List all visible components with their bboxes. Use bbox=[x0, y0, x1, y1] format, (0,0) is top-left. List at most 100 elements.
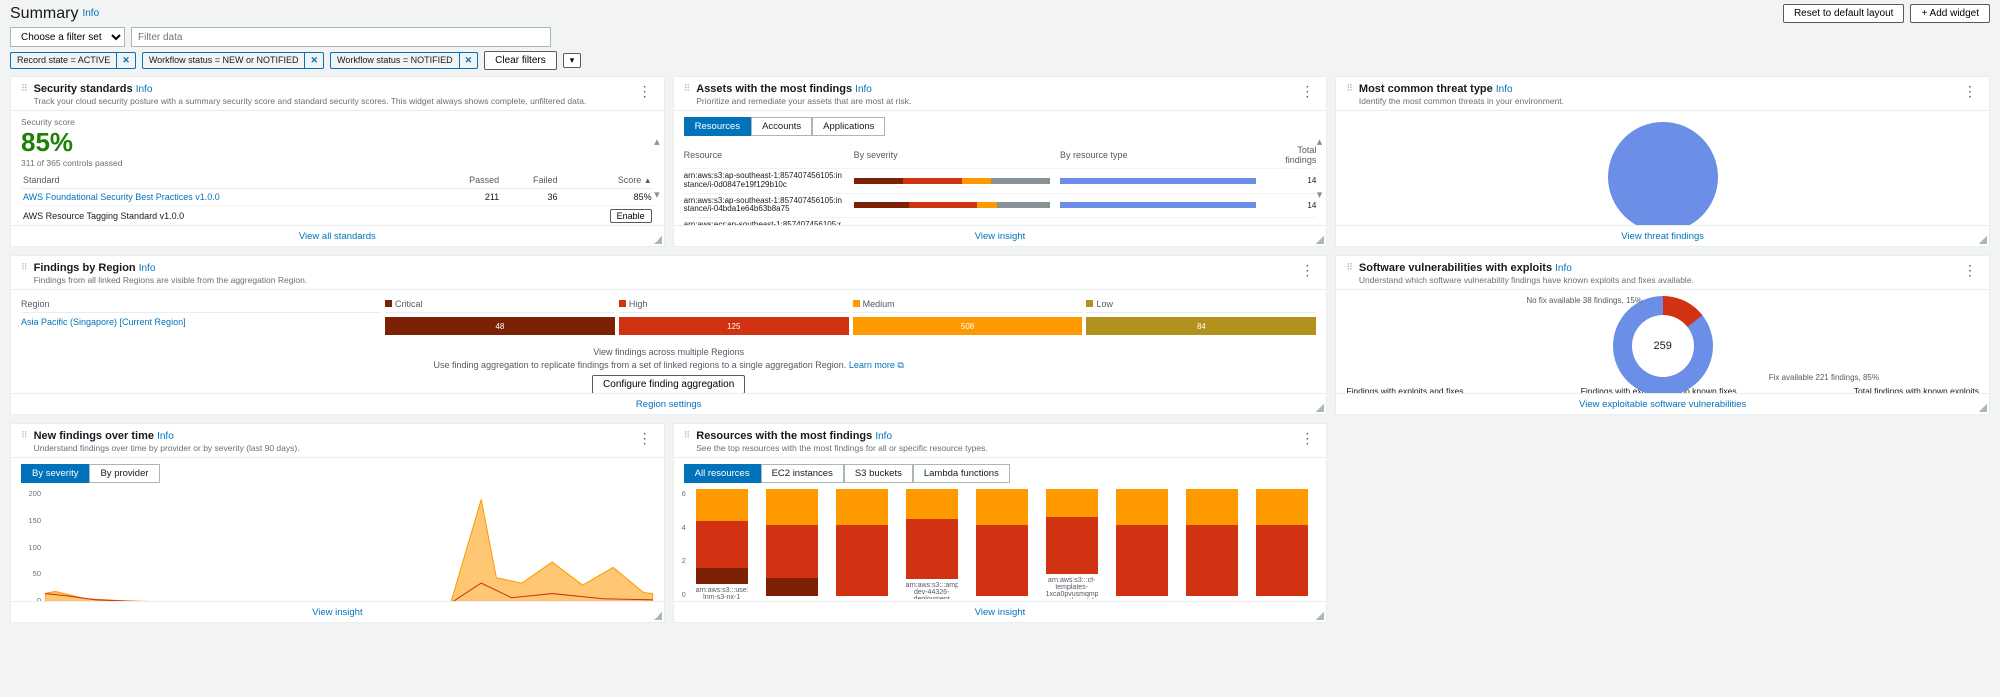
card-subtitle: Understand which software vulnerability … bbox=[1359, 275, 1961, 285]
reset-layout-button[interactable]: Reset to default layout bbox=[1783, 4, 1905, 23]
card-subtitle: Identify the most common threats in your… bbox=[1359, 96, 1961, 106]
resize-handle-icon[interactable] bbox=[1979, 236, 1987, 244]
chip-remove-icon[interactable]: ✕ bbox=[460, 53, 478, 68]
learn-more-link[interactable]: Learn more ⧉ bbox=[849, 360, 904, 370]
card-findings-region: ⠿ Findings by Region Info Findings from … bbox=[10, 255, 1327, 415]
info-link[interactable]: Info bbox=[82, 8, 99, 19]
filter-set-select[interactable]: Choose a filter set bbox=[10, 27, 125, 47]
card-subtitle: Findings from all linked Regions are vis… bbox=[34, 275, 1299, 285]
card-menu-icon[interactable]: ⋮ bbox=[1961, 83, 1979, 100]
configure-aggregation-button[interactable]: Configure finding aggregation bbox=[592, 375, 745, 393]
region-high-bar[interactable]: 125 bbox=[619, 317, 849, 335]
card-subtitle: See the top resources with the most find… bbox=[696, 443, 1298, 453]
card-security-standards: ⠿ Security standards Info Track your clo… bbox=[10, 76, 665, 247]
resize-handle-icon[interactable] bbox=[1316, 404, 1324, 412]
view-all-standards-link[interactable]: View all standards bbox=[299, 231, 376, 242]
info-link[interactable]: Info bbox=[136, 84, 153, 95]
card-title: Software vulnerabilities with exploits bbox=[1359, 262, 1552, 274]
scroll-down-icon[interactable]: ▾ bbox=[1317, 188, 1323, 201]
standards-table: Standard Passed Failed Score ▲ AWS Found… bbox=[21, 172, 654, 225]
clear-filters-button[interactable]: Clear filters bbox=[484, 51, 557, 70]
drag-handle-icon[interactable]: ⠿ bbox=[1346, 262, 1353, 273]
card-title: New findings over time bbox=[34, 430, 154, 442]
card-menu-icon[interactable]: ⋮ bbox=[636, 430, 654, 447]
table-row: AWS Foundational Security Best Practices… bbox=[21, 189, 654, 206]
donut-label-nofix: No fix available 38 findings, 15% bbox=[1526, 296, 1642, 305]
drag-handle-icon[interactable]: ⠿ bbox=[684, 430, 691, 441]
region-medium-bar[interactable]: 508 bbox=[853, 317, 1083, 335]
region-multi-msg: View findings across multiple Regions bbox=[21, 347, 1316, 357]
add-widget-button[interactable]: + Add widget bbox=[1910, 4, 1990, 23]
tab-resources[interactable]: Resources bbox=[684, 117, 751, 136]
card-subtitle: Understand findings over time by provide… bbox=[34, 443, 636, 453]
tab-accounts[interactable]: Accounts bbox=[751, 117, 812, 136]
filter-dropdown-button[interactable]: ▾ bbox=[563, 53, 582, 68]
filter-search-input[interactable] bbox=[131, 27, 551, 47]
region-critical-bar[interactable]: 48 bbox=[385, 317, 615, 335]
scroll-up-icon[interactable]: ▴ bbox=[654, 135, 660, 148]
card-menu-icon[interactable]: ⋮ bbox=[1961, 262, 1979, 279]
card-subtitle: Prioritize and remediate your assets tha… bbox=[696, 96, 1298, 106]
score-label: Security score bbox=[21, 117, 654, 127]
table-row: arn:aws:s3:ap-southeast-1:857407456105:i… bbox=[684, 194, 1317, 219]
drag-handle-icon[interactable]: ⠿ bbox=[21, 430, 28, 441]
resize-handle-icon[interactable] bbox=[654, 612, 662, 620]
drag-handle-icon[interactable]: ⠿ bbox=[684, 83, 691, 94]
region-settings-link[interactable]: Region settings bbox=[636, 399, 701, 410]
filter-chip: Workflow status = NEW or NOTIFIED✕ bbox=[142, 52, 324, 69]
info-link[interactable]: Info bbox=[855, 84, 872, 95]
filter-chip: Workflow status = NOTIFIED✕ bbox=[330, 52, 478, 69]
tab-lambda[interactable]: Lambda functions bbox=[913, 464, 1010, 483]
tab-by-severity[interactable]: By severity bbox=[21, 464, 89, 483]
view-insight-link[interactable]: View insight bbox=[975, 607, 1026, 618]
threat-pie-chart bbox=[1608, 122, 1718, 225]
table-row: arn:aws:s3:ap-southeast-1:857407456105:i… bbox=[684, 169, 1317, 194]
region-low-bar[interactable]: 84 bbox=[1086, 317, 1316, 335]
resize-handle-icon[interactable] bbox=[1979, 404, 1987, 412]
scroll-up-icon[interactable]: ▴ bbox=[1317, 135, 1323, 148]
card-vulnerabilities: ⠿ Software vulnerabilities with exploits… bbox=[1335, 255, 1990, 415]
enable-button[interactable]: Enable bbox=[610, 209, 652, 223]
resources-bar-chart: arn:aws:s3:::use1-lnm-s3-nx-1arn:aws:s3:… bbox=[696, 489, 1317, 599]
stat-total: Total findings with known exploits259 bbox=[1854, 386, 1979, 393]
drag-handle-icon[interactable]: ⠿ bbox=[21, 262, 28, 273]
card-threat-type: ⠿ Most common threat type Info Identify … bbox=[1335, 76, 1990, 247]
info-link[interactable]: Info bbox=[875, 431, 892, 442]
security-score: 85% bbox=[21, 127, 654, 158]
view-threat-findings-link[interactable]: View threat findings bbox=[1621, 231, 1704, 242]
drag-handle-icon[interactable]: ⠿ bbox=[1346, 83, 1353, 94]
tab-all-resources[interactable]: All resources bbox=[684, 464, 761, 483]
view-insight-link[interactable]: View insight bbox=[975, 231, 1026, 242]
sort-icon[interactable]: ▲ bbox=[644, 176, 652, 185]
info-link[interactable]: Info bbox=[157, 431, 174, 442]
tab-by-provider[interactable]: By provider bbox=[89, 464, 159, 483]
info-link[interactable]: Info bbox=[1555, 263, 1572, 274]
donut-label-fix: Fix available 221 findings, 85% bbox=[1769, 373, 1879, 382]
scroll-down-icon[interactable]: ▾ bbox=[654, 188, 660, 201]
drag-handle-icon[interactable]: ⠿ bbox=[21, 83, 28, 94]
tab-s3[interactable]: S3 buckets bbox=[844, 464, 913, 483]
card-menu-icon[interactable]: ⋮ bbox=[1298, 83, 1316, 100]
score-detail: 311 of 365 controls passed bbox=[21, 158, 654, 168]
card-menu-icon[interactable]: ⋮ bbox=[1298, 262, 1316, 279]
card-title: Resources with the most findings bbox=[696, 430, 872, 442]
vuln-donut-chart: 259 bbox=[1613, 296, 1713, 393]
card-subtitle: Track your cloud security posture with a… bbox=[34, 96, 636, 106]
resize-handle-icon[interactable] bbox=[1316, 236, 1324, 244]
card-title: Most common threat type bbox=[1359, 83, 1493, 95]
resize-handle-icon[interactable] bbox=[654, 236, 662, 244]
region-name[interactable]: Asia Pacific (Singapore) [Current Region… bbox=[21, 317, 381, 335]
info-link[interactable]: Info bbox=[1496, 84, 1513, 95]
view-insight-link[interactable]: View insight bbox=[312, 607, 363, 618]
info-link[interactable]: Info bbox=[139, 263, 156, 274]
resize-handle-icon[interactable] bbox=[1316, 612, 1324, 620]
view-vulnerabilities-link[interactable]: View exploitable software vulnerabilitie… bbox=[1579, 399, 1746, 410]
card-menu-icon[interactable]: ⋮ bbox=[1298, 430, 1316, 447]
chip-remove-icon[interactable]: ✕ bbox=[305, 53, 323, 68]
table-row: AWS Resource Tagging Standard v1.0.0Enab… bbox=[21, 206, 654, 226]
tab-ec2[interactable]: EC2 instances bbox=[761, 464, 844, 483]
findings-line-chart: 200150100500 May 5, 2024May 12, 2024May … bbox=[21, 489, 654, 601]
chip-remove-icon[interactable]: ✕ bbox=[117, 53, 135, 68]
card-menu-icon[interactable]: ⋮ bbox=[636, 83, 654, 100]
tab-applications[interactable]: Applications bbox=[812, 117, 885, 136]
